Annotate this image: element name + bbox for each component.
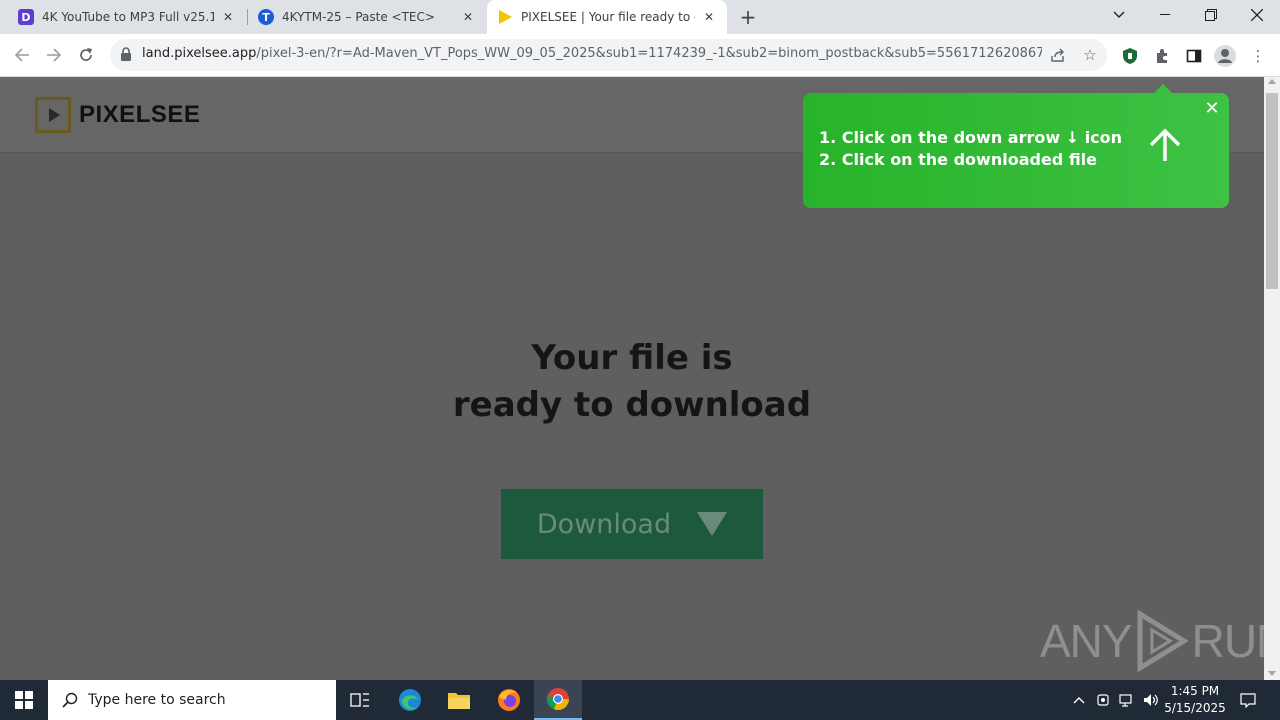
search-icon [62, 692, 78, 708]
taskbar-clock[interactable]: 1:45 PM 5/15/2025 [1160, 683, 1230, 717]
close-window-button[interactable] [1234, 0, 1280, 30]
clock-time: 1:45 PM [1170, 684, 1220, 698]
pixelsee-logo[interactable]: PIXELSEE [35, 97, 200, 133]
windows-logo-icon [15, 691, 33, 709]
logo-play-icon [35, 97, 71, 133]
extensions-puzzle-icon[interactable] [1150, 44, 1174, 68]
page-scrollbar[interactable] [1264, 77, 1280, 680]
headline-line-2: ready to download [452, 385, 812, 425]
popup-instructions: 1. Click on the down arrow ↓ icon 2. Cli… [819, 127, 1122, 171]
watermark-text-right: RUN [1191, 615, 1264, 667]
up-arrow-icon [1149, 128, 1181, 161]
search-placeholder: Type here to search [88, 692, 226, 708]
url-text[interactable]: land.pixelsee.app/pixel-3-en/?r=Ad-Maven… [142, 46, 1042, 61]
tab-4k-youtube[interactable]: D 4K YouTube to MP3 Full v25.1.0.0 ✕ [8, 0, 246, 34]
popup-close-icon[interactable]: ✕ [1203, 98, 1221, 119]
watermark-play-icon [1137, 610, 1189, 672]
url-path: /pixel-3-en/?r=Ad-Maven_VT_Pops_WW_09_05… [256, 46, 1042, 61]
task-view-button[interactable] [336, 680, 384, 720]
notifications-icon[interactable] [1234, 680, 1262, 720]
start-button[interactable] [0, 680, 48, 720]
scrollbar-thumb[interactable] [1266, 93, 1278, 289]
profile-avatar-icon[interactable] [1213, 44, 1237, 68]
firefox-app-button[interactable] [485, 680, 533, 720]
tab-paste-tec[interactable]: T 4KYTM-25 – Paste <TEC> ✕ [248, 0, 486, 34]
address-bar[interactable]: land.pixelsee.app/pixel-3-en/?r=Ad-Maven… [110, 39, 1107, 71]
popup-pointer [1153, 84, 1173, 94]
tab-favicon-icon: T [258, 9, 274, 25]
edge-icon [399, 689, 421, 711]
bookmark-star-icon[interactable]: ☆ [1080, 45, 1100, 65]
reload-button[interactable] [72, 41, 100, 69]
tab-favicon-icon: D [18, 9, 34, 25]
forward-button[interactable] [40, 41, 68, 69]
folder-icon [448, 693, 470, 709]
close-tab-icon[interactable]: ✕ [460, 9, 476, 25]
tab-title: 4KYTM-25 – Paste <TEC> [282, 10, 435, 24]
popup-line-2: 2. Click on the downloaded file [819, 150, 1098, 169]
url-host: land.pixelsee.app [142, 46, 257, 61]
browser-menu-icon[interactable]: ⋮ [1246, 44, 1270, 68]
new-tab-button[interactable]: + [735, 4, 761, 30]
tab-pixelsee[interactable]: PIXELSEE | Your file ready to down ✕ [487, 0, 727, 34]
play-favicon-icon [497, 9, 513, 25]
download-button[interactable]: Download [501, 489, 763, 559]
scroll-down-icon[interactable] [1268, 671, 1276, 676]
clock-date: 5/15/2025 [1164, 701, 1226, 715]
windows-taskbar: Type here to search 1:45 PM 5/15/2025 [0, 680, 1280, 720]
close-tab-icon[interactable]: ✕ [701, 9, 717, 25]
tab-search-chevron-icon[interactable] [1096, 0, 1142, 30]
chrome-app-button[interactable] [534, 680, 582, 720]
taskbar-search-box[interactable]: Type here to search [48, 680, 336, 720]
meet-now-icon[interactable] [1092, 680, 1114, 720]
chrome-icon [546, 688, 570, 711]
logo-text: PIXELSEE [79, 101, 201, 128]
headline-line-1: Your file is [531, 338, 733, 378]
shield-extension-icon[interactable] [1118, 44, 1142, 68]
volume-icon[interactable] [1140, 680, 1162, 720]
back-button[interactable] [8, 41, 36, 69]
close-tab-icon[interactable]: ✕ [220, 9, 236, 25]
anyrun-watermark: ANY RUN [1040, 610, 1264, 672]
share-icon[interactable] [1048, 45, 1068, 65]
instruction-popup: ✕ 1. Click on the down arrow ↓ icon 2. C… [803, 84, 1229, 208]
side-panel-icon[interactable] [1182, 44, 1206, 68]
task-view-icon [350, 693, 369, 707]
network-icon[interactable] [1116, 680, 1138, 720]
page-headline: Your file is ready to download [0, 335, 1264, 429]
scroll-up-icon[interactable] [1268, 79, 1276, 84]
tab-title: 4K YouTube to MP3 Full v25.1.0.0 [42, 10, 214, 24]
firefox-icon [498, 689, 520, 711]
browser-toolbar: land.pixelsee.app/pixel-3-en/?r=Ad-Maven… [0, 34, 1280, 77]
tray-overflow-chevron-icon[interactable] [1068, 680, 1090, 720]
restore-button[interactable] [1188, 0, 1234, 30]
file-explorer-button[interactable] [435, 680, 483, 720]
tab-title: PIXELSEE | Your file ready to down [521, 10, 695, 24]
down-triangle-icon [697, 512, 728, 536]
watermark-text-left: ANY [1040, 615, 1133, 667]
lock-icon[interactable] [120, 47, 132, 61]
edge-app-button[interactable] [386, 680, 434, 720]
popup-line-1: 1. Click on the down arrow ↓ icon [819, 128, 1123, 147]
tab-strip: D 4K YouTube to MP3 Full v25.1.0.0 ✕ T 4… [0, 0, 1280, 34]
download-button-label: Download [536, 508, 672, 540]
minimize-button[interactable] [1142, 0, 1188, 30]
